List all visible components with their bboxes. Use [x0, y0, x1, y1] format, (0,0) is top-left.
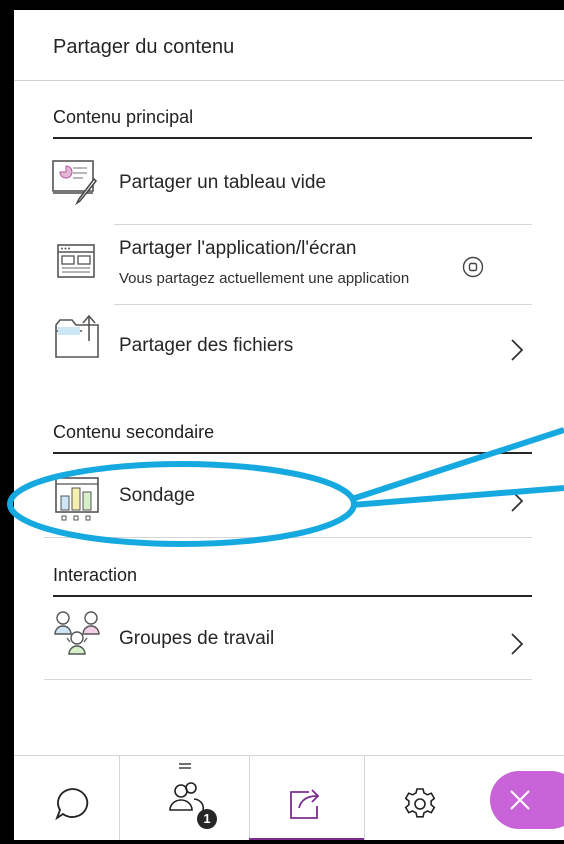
chat-bubble-icon — [55, 788, 89, 821]
screen-frame: Partager du contenu Contenu principal Pa… — [0, 0, 564, 844]
section-primary: Contenu principal — [53, 107, 532, 139]
gear-icon — [404, 788, 436, 818]
poll-item[interactable]: Sondage — [44, 458, 532, 538]
share-files-label: Partager des fichiers — [119, 335, 294, 356]
section-divider — [53, 137, 532, 139]
section-divider — [53, 452, 532, 454]
stop-sharing-icon[interactable] — [462, 256, 484, 278]
section-divider — [53, 595, 532, 597]
session-menu-bar: 1 — [14, 755, 564, 840]
chat-button[interactable] — [14, 756, 120, 840]
section-title-secondary: Contenu secondaire — [53, 422, 215, 442]
chevron-right-icon — [511, 490, 524, 512]
share-application-status: Vous partagez actuellement une applicati… — [119, 270, 410, 287]
section-interaction: Interaction — [53, 565, 532, 597]
row-divider — [44, 537, 532, 538]
row-divider — [44, 679, 532, 680]
breakout-groups-icon — [54, 611, 100, 655]
attendees-button[interactable]: 1 — [119, 756, 250, 840]
section-title-primary: Contenu principal — [53, 107, 194, 127]
share-content-panel: Partager du contenu Contenu principal Pa… — [14, 10, 564, 840]
poll-label: Sondage — [119, 485, 196, 506]
share-files-item[interactable]: Partager des fichiers — [44, 305, 532, 385]
panel-title: Partager du contenu — [53, 36, 235, 58]
handle-icon — [179, 763, 191, 769]
close-icon — [510, 790, 530, 810]
attendee-count-badge: 1 — [197, 809, 217, 829]
share-application-label: Partager l'application/l'écran — [119, 238, 357, 259]
share-content-button[interactable] — [249, 756, 365, 840]
chevron-right-icon — [511, 339, 524, 361]
poll-chart-icon — [55, 477, 99, 521]
breakout-groups-label: Groupes de travail — [119, 628, 275, 649]
folder-upload-icon — [55, 314, 99, 358]
share-whiteboard-label: Partager un tableau vide — [119, 172, 327, 193]
section-secondary: Contenu secondaire — [53, 422, 532, 454]
whiteboard-icon — [52, 160, 98, 206]
share-content-icon — [290, 789, 320, 819]
leave-session-button[interactable] — [490, 771, 564, 829]
section-title-interaction: Interaction — [53, 565, 138, 585]
settings-button[interactable] — [364, 756, 490, 840]
breakout-groups-item[interactable]: Groupes de travail — [44, 600, 532, 680]
share-application-item[interactable]: Partager l'application/l'écran Vous part… — [44, 225, 532, 305]
application-screen-icon — [57, 244, 95, 278]
share-whiteboard-item[interactable]: Partager un tableau vide — [44, 145, 532, 225]
chevron-right-icon — [511, 633, 524, 655]
header-divider — [14, 80, 564, 81]
